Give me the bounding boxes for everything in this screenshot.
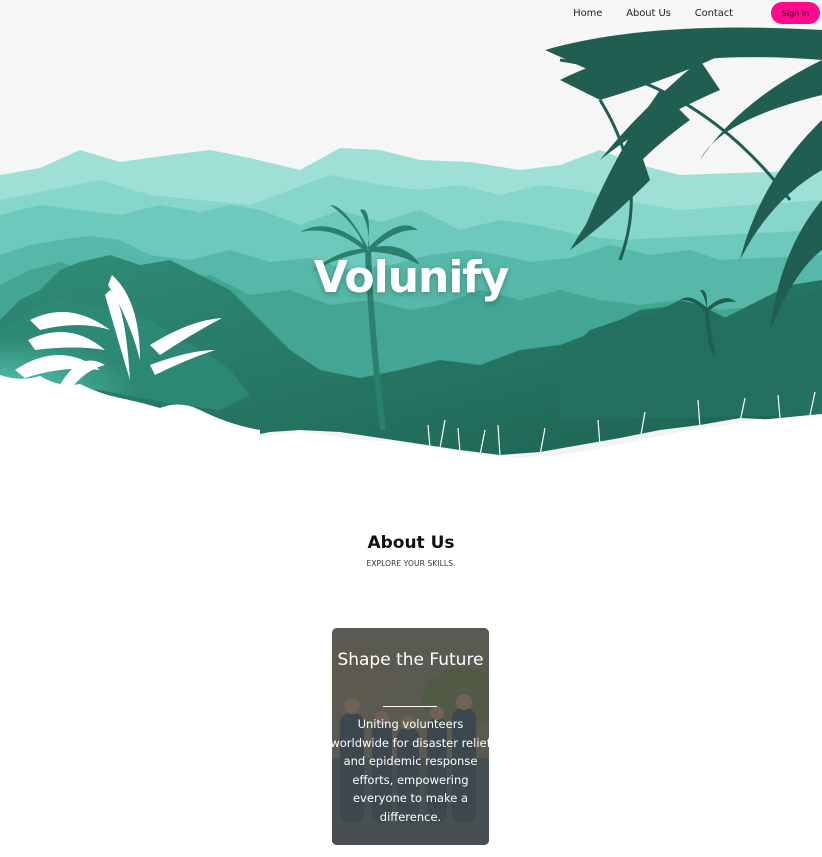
- top-navigation: Home About Us Contact Sign In: [0, 0, 822, 26]
- card-divider: [383, 706, 437, 707]
- hero-banner: Volunify: [0, 0, 822, 470]
- card-title: Shape the Future: [337, 650, 484, 670]
- nav-about-link[interactable]: About Us: [626, 8, 671, 19]
- nav-contact-link[interactable]: Contact: [695, 8, 733, 19]
- hero-title: Volunify: [313, 252, 510, 303]
- about-section-subtitle: EXPLORE YOUR SKILLS.: [366, 559, 456, 568]
- sign-in-button[interactable]: Sign In: [771, 2, 820, 24]
- about-section-title: About Us: [367, 533, 455, 553]
- nav-home-link[interactable]: Home: [573, 8, 602, 19]
- feature-card[interactable]: Shape the Future Uniting volunteers worl…: [332, 628, 489, 845]
- jungle-landscape-illustration: [0, 0, 822, 470]
- card-description: Uniting volunteers worldwide for disaste…: [332, 717, 489, 824]
